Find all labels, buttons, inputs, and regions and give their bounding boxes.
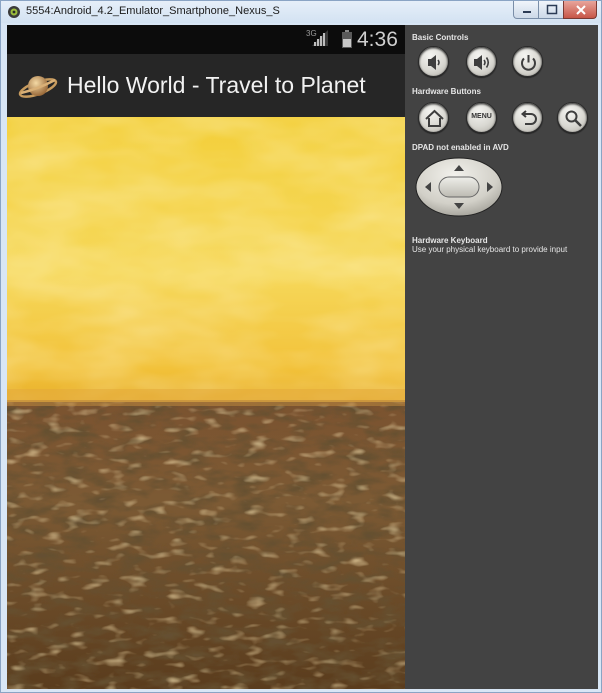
menu-button[interactable]: MENU — [466, 102, 497, 133]
window-title: 5554:Android_4.2_Emulator_Smartphone_Nex… — [26, 5, 280, 17]
minimize-icon — [523, 11, 531, 13]
minimize-button[interactable] — [513, 1, 539, 19]
app-title: Hello World - Travel to Planet — [67, 72, 366, 98]
back-button[interactable] — [512, 102, 543, 133]
emulator-window: 5554:Android_4.2_Emulator_Smartphone_Nex… — [0, 0, 602, 693]
power-icon — [521, 55, 536, 71]
maximize-icon — [546, 4, 558, 15]
volume-down-button[interactable] — [418, 46, 449, 77]
hardware-keyboard-note: Hardware Keyboard Use your physical keyb… — [412, 236, 567, 254]
dpad-label: DPAD not enabled in AVD — [412, 143, 509, 152]
back-icon — [520, 110, 537, 125]
volume-down-icon — [428, 55, 440, 70]
search-icon — [565, 110, 582, 127]
planet-surface-view — [7, 117, 405, 689]
close-icon — [576, 5, 586, 15]
volume-up-icon — [474, 55, 490, 70]
window-titlebar[interactable]: 5554:Android_4.2_Emulator_Smartphone_Nex… — [1, 1, 601, 23]
dpad-control[interactable] — [415, 157, 503, 217]
hardware-buttons-label: Hardware Buttons — [412, 87, 481, 96]
menu-label: MENU — [471, 113, 492, 120]
power-button[interactable] — [512, 46, 543, 77]
search-button[interactable] — [557, 102, 588, 133]
hardware-keyboard-hint: Use your physical keyboard to provide in… — [412, 245, 568, 254]
home-icon — [425, 109, 444, 127]
volume-up-button[interactable] — [466, 46, 497, 77]
device-screen[interactable]: 3G 4:36 Hello World - Travel to Planet — [7, 25, 405, 689]
hardware-keyboard-label: Hardware Keyboard — [412, 236, 488, 245]
home-button[interactable] — [418, 102, 449, 133]
clock: 4:36 — [357, 28, 398, 51]
emulator-control-panel: Basic Controls Hardware Buttons MENU DPA… — [405, 25, 598, 689]
android-emulator-icon — [8, 6, 20, 18]
planet-saturn-icon — [18, 76, 58, 98]
signal-icon — [312, 30, 328, 46]
battery-icon — [342, 30, 352, 48]
basic-controls-label: Basic Controls — [412, 33, 469, 42]
close-button[interactable] — [563, 1, 597, 19]
action-bar: Hello World - Travel to Planet — [7, 54, 405, 118]
status-bar: 3G 4:36 — [7, 25, 405, 54]
maximize-button[interactable] — [538, 1, 564, 19]
